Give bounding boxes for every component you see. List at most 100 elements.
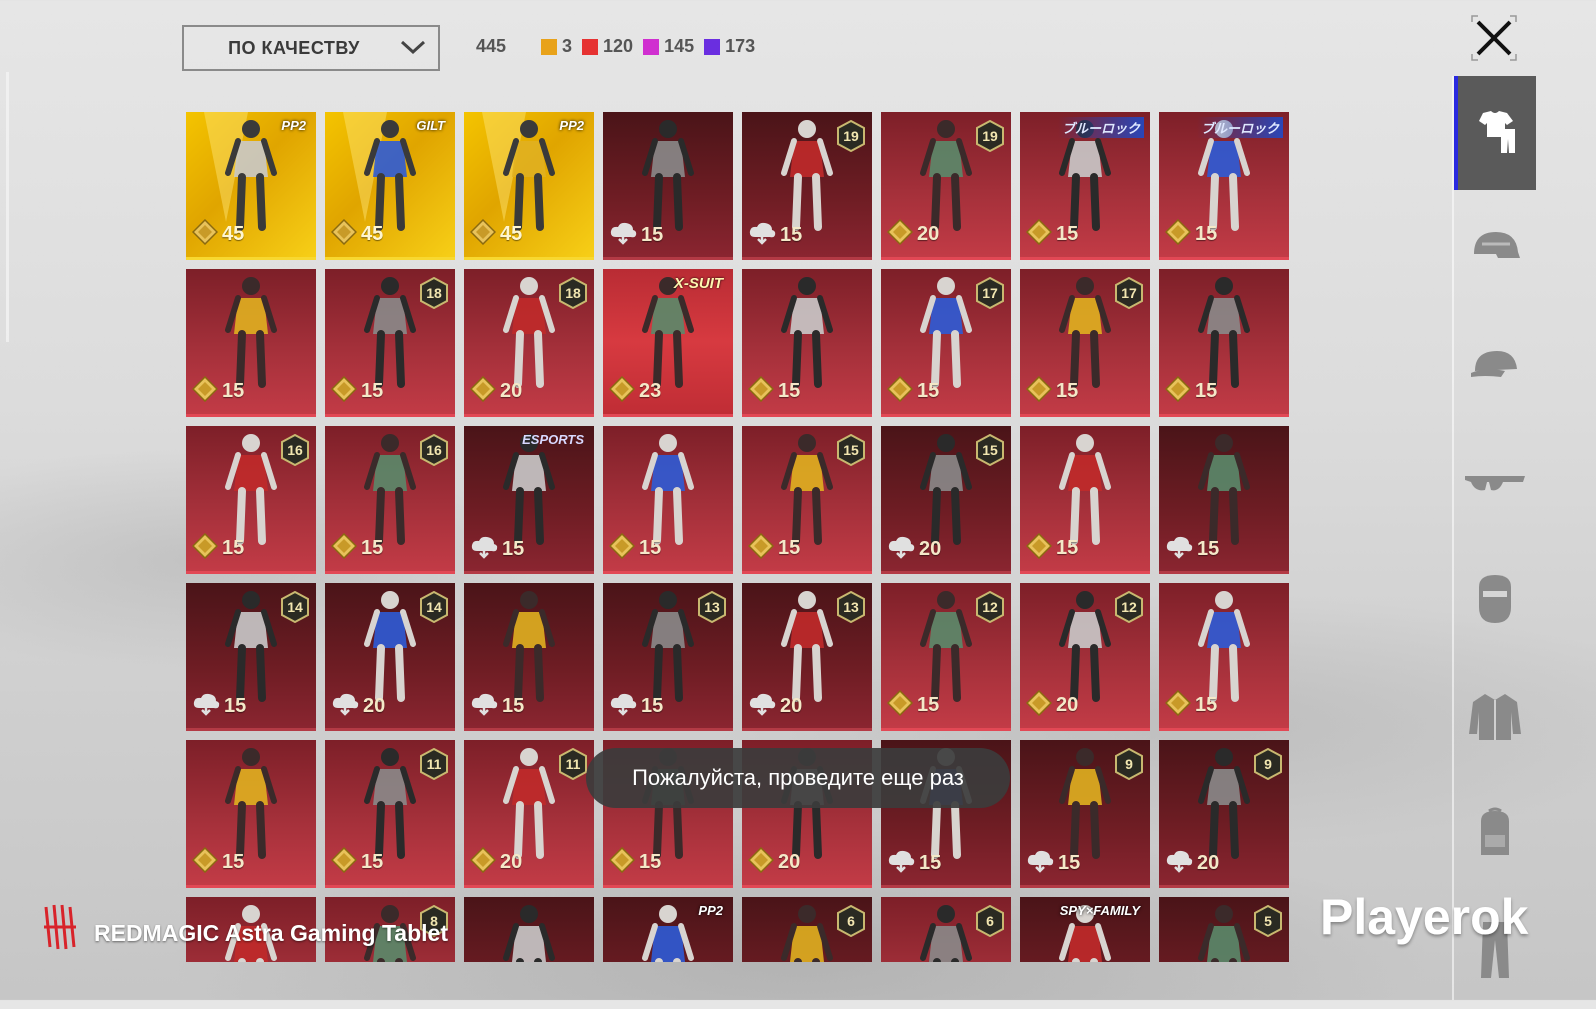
collab-tag: GILT (416, 118, 445, 133)
cost-value: 15 (1197, 537, 1220, 560)
outfit-card[interactable]: 13 20 (742, 583, 872, 731)
outfit-card[interactable]: 6 (881, 897, 1011, 962)
outfit-card[interactable]: 15 20 (881, 426, 1011, 574)
outfit-card[interactable]: 15 (1159, 269, 1289, 417)
rarity-count-2: 145 (643, 36, 694, 57)
outfit-card[interactable]: GILT 45 (325, 112, 455, 260)
level-badge-icon: 16 (281, 434, 309, 466)
outfit-card[interactable]: ブルーロック 15 (1020, 112, 1150, 260)
cost-value: 45 (361, 222, 384, 245)
cost-label: 15 (1165, 535, 1219, 563)
outfit-card[interactable]: 16 15 (325, 426, 455, 574)
sidebar-item-jacket[interactable] (1454, 661, 1536, 775)
outfit-card[interactable]: 15 (1020, 426, 1150, 574)
outfit-card[interactable]: 9 20 (1159, 740, 1289, 888)
sidebar-item-backpack[interactable] (1454, 778, 1536, 892)
outfit-card[interactable]: 15 (603, 426, 733, 574)
sidebar-item-glasses[interactable] (1454, 427, 1536, 541)
outfit-card[interactable]: PP2 45 (464, 112, 594, 260)
outfit-card[interactable] (464, 897, 594, 962)
level-badge-icon: 11 (420, 748, 448, 780)
outfit-card[interactable]: 15 (1159, 426, 1289, 574)
level-badge-value: 9 (1125, 756, 1133, 772)
sort-dropdown[interactable]: ПО КАЧЕСТВУ (182, 25, 440, 71)
outfit-card[interactable]: 18 20 (464, 269, 594, 417)
cost-value: 15 (361, 379, 384, 402)
outfit-card[interactable]: 15 (603, 112, 733, 260)
outfit-card[interactable]: 15 (186, 740, 316, 888)
cost-value: 15 (361, 850, 384, 873)
cost-value: 15 (1056, 222, 1079, 245)
outfit-card[interactable]: ESPORTS 15 (464, 426, 594, 574)
cost-value: 15 (1195, 222, 1218, 245)
outfit-card[interactable]: PP2 (603, 897, 733, 962)
cost-label: 15 (330, 846, 384, 877)
jacket-icon (1467, 690, 1523, 746)
inventory-grid: PP2 45 GILT 45 PP2 45 15 19 15 19 20 ブルーロック 15… (186, 112, 1306, 962)
cost-label: 15 (748, 221, 802, 249)
cost-value: 15 (778, 379, 801, 402)
outfit-card[interactable]: 17 15 (881, 269, 1011, 417)
glasses-icon (1463, 468, 1527, 500)
outfit-card[interactable]: 13 15 (603, 583, 733, 731)
outfit-card[interactable]: 17 15 (1020, 269, 1150, 417)
sidebar-item-cap[interactable] (1454, 310, 1536, 424)
level-badge-value: 6 (847, 913, 855, 929)
rarity-count-value: 120 (603, 36, 634, 56)
outfit-card[interactable]: SPY×FAMILY (1020, 897, 1150, 962)
outfit-card[interactable]: 12 15 (881, 583, 1011, 731)
outfit-card[interactable]: 15 15 (742, 426, 872, 574)
outfit-card[interactable]: 11 15 (325, 740, 455, 888)
outfit-card[interactable]: 6 (742, 897, 872, 962)
outfit-card[interactable]: 19 15 (742, 112, 872, 260)
cost-label: 15 (608, 532, 661, 563)
cost-value: 15 (1056, 379, 1079, 402)
outfit-card[interactable]: ブルーロック 15 (1159, 112, 1289, 260)
collab-tag: X-SUIT (673, 275, 723, 292)
outfit-card[interactable]: X-SUIT 23 (603, 269, 733, 417)
outfit-card[interactable]: 14 15 (186, 583, 316, 731)
outfit-card[interactable]: 11 20 (464, 740, 594, 888)
device-watermark: REDMAGIC Astra Gaming Tablet (94, 920, 448, 946)
cloud-upgrade-icon (887, 849, 915, 877)
outfit-card[interactable]: 9 15 (1020, 740, 1150, 888)
outfit-card[interactable]: 16 15 (186, 426, 316, 574)
outfit-card[interactable]: 14 20 (325, 583, 455, 731)
outfit-card[interactable]: 15 (742, 269, 872, 417)
coin-icon (747, 532, 775, 563)
level-badge-value: 16 (287, 442, 303, 458)
outfit-card[interactable]: 5 (1159, 897, 1289, 962)
outfit-card[interactable]: 15 (186, 269, 316, 417)
coin-icon (1164, 375, 1192, 406)
rarity-counts: 3 120 145 173 (541, 36, 755, 57)
coin-icon (191, 375, 219, 406)
sidebar-item-outfit[interactable] (1454, 76, 1536, 190)
cost-label: 15 (1025, 375, 1079, 406)
cost-value: 23 (639, 379, 662, 402)
level-badge-value: 17 (982, 285, 998, 301)
cost-label: 15 (886, 689, 939, 720)
outfit-card[interactable]: 12 20 (1020, 583, 1150, 731)
rarity-count-value: 173 (725, 36, 756, 56)
outfit-card[interactable]: PP2 45 (186, 112, 316, 260)
outfit-card[interactable]: 19 20 (881, 112, 1011, 260)
sidebar-item-helmet[interactable] (1454, 193, 1536, 307)
sidebar-item-mask[interactable] (1454, 544, 1536, 658)
coin-icon (747, 846, 775, 877)
sort-dropdown-label: ПО КАЧЕСТВУ (228, 37, 360, 58)
level-badge-value: 5 (1264, 913, 1272, 929)
cost-label: 15 (608, 846, 661, 877)
cloud-upgrade-icon (192, 692, 220, 720)
outfit-card[interactable]: 15 (464, 583, 594, 731)
level-badge-value: 15 (982, 442, 998, 458)
cost-label: 20 (331, 692, 385, 720)
outfit-card[interactable]: 18 15 (325, 269, 455, 417)
cost-label: 15 (192, 692, 246, 720)
outfit-figure (494, 900, 564, 962)
cost-label: 20 (886, 218, 939, 249)
cost-value: 15 (1058, 851, 1081, 874)
outfit-card[interactable]: 15 (1159, 583, 1289, 731)
rarity-swatch (541, 38, 557, 55)
close-icon[interactable] (1468, 12, 1520, 64)
cost-value: 45 (222, 222, 245, 245)
